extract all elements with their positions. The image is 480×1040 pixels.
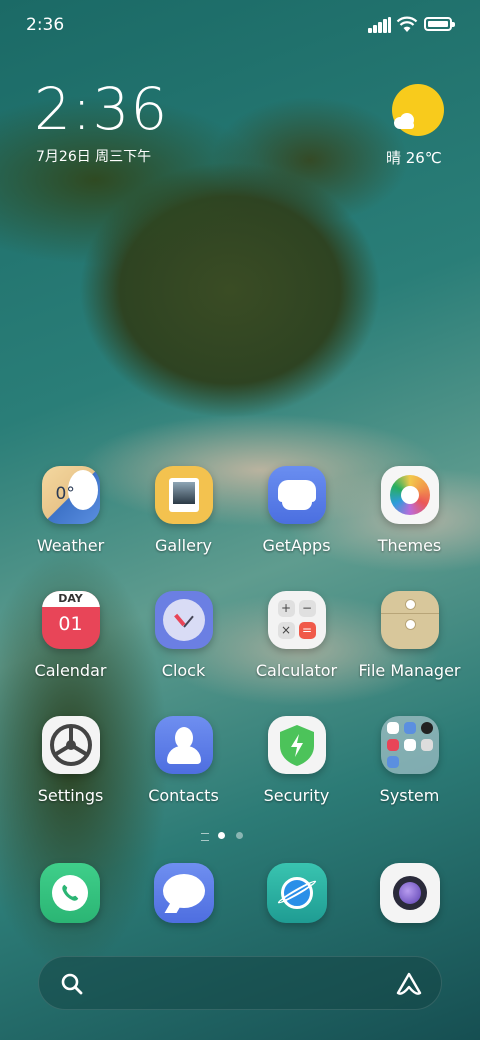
settings-app-icon xyxy=(41,716,100,774)
weather-widget-text[interactable]: 晴 26℃ xyxy=(386,147,456,168)
weather-app-icon: 0° xyxy=(41,466,100,524)
app-calendar[interactable]: DAY 01 Calendar xyxy=(14,591,127,680)
contacts-app-icon xyxy=(154,716,213,774)
gallery-app-icon xyxy=(154,466,213,524)
app-weather[interactable]: 0° Weather xyxy=(14,466,127,555)
themes-app-icon xyxy=(380,466,439,524)
calendar-day-number: 01 xyxy=(58,613,83,635)
app-label: System xyxy=(379,786,440,805)
app-label: Themes xyxy=(377,536,442,555)
search-bar[interactable] xyxy=(38,956,442,1010)
cloud-icon xyxy=(394,113,414,129)
app-label: Gallery xyxy=(155,536,212,555)
clock-widget-date: 7月26日 周三下午 xyxy=(36,149,152,165)
page-dot-current xyxy=(218,832,225,839)
status-time: 2:36 xyxy=(26,15,65,35)
messages-icon[interactable] xyxy=(154,863,214,923)
app-contacts[interactable]: Contacts xyxy=(127,716,240,805)
app-clock[interactable]: Clock xyxy=(127,591,240,680)
battery-icon xyxy=(424,17,455,31)
app-themes[interactable]: Themes xyxy=(353,466,466,555)
camera-icon[interactable] xyxy=(380,863,440,923)
calendar-day-label: DAY xyxy=(58,592,83,605)
app-file-manager[interactable]: File Manager xyxy=(353,591,466,680)
page-list-icon xyxy=(201,833,209,841)
app-getapps[interactable]: GetApps xyxy=(240,466,353,555)
calculator-app-icon: + − × = xyxy=(267,591,326,649)
signal-icon xyxy=(368,17,392,33)
app-label: Contacts xyxy=(148,786,219,805)
clock-widget-time[interactable]: 2:36 xyxy=(34,78,168,140)
clock-app-icon xyxy=(154,591,213,649)
app-label: Calendar xyxy=(34,661,107,680)
search-icon[interactable] xyxy=(59,971,85,997)
app-system-folder[interactable]: System xyxy=(353,716,466,805)
security-app-icon xyxy=(267,716,326,774)
browser-icon[interactable] xyxy=(267,863,327,923)
page-indicator xyxy=(0,832,480,841)
app-settings[interactable]: Settings xyxy=(14,716,127,805)
wifi-icon xyxy=(396,16,418,32)
app-label: Security xyxy=(263,786,330,805)
app-label: Calculator xyxy=(255,661,338,680)
system-folder-icon xyxy=(380,716,439,774)
app-label: Weather xyxy=(36,536,105,555)
app-label: File Manager xyxy=(358,661,461,680)
app-gallery[interactable]: Gallery xyxy=(127,466,240,555)
app-calculator[interactable]: + − × = Calculator xyxy=(240,591,353,680)
app-security[interactable]: Security xyxy=(240,716,353,805)
file-manager-app-icon xyxy=(380,591,439,649)
weather-app-temp: 0° xyxy=(55,484,75,504)
page-dot xyxy=(236,832,243,839)
app-label: Settings xyxy=(37,786,104,805)
assistant-icon[interactable] xyxy=(395,971,423,997)
status-bar: 2:36 xyxy=(0,0,480,50)
getapps-app-icon xyxy=(267,466,326,524)
phone-icon[interactable] xyxy=(40,863,100,923)
app-label: Clock xyxy=(161,661,206,680)
calendar-app-icon: DAY 01 xyxy=(41,591,100,649)
app-label: GetApps xyxy=(262,536,331,555)
